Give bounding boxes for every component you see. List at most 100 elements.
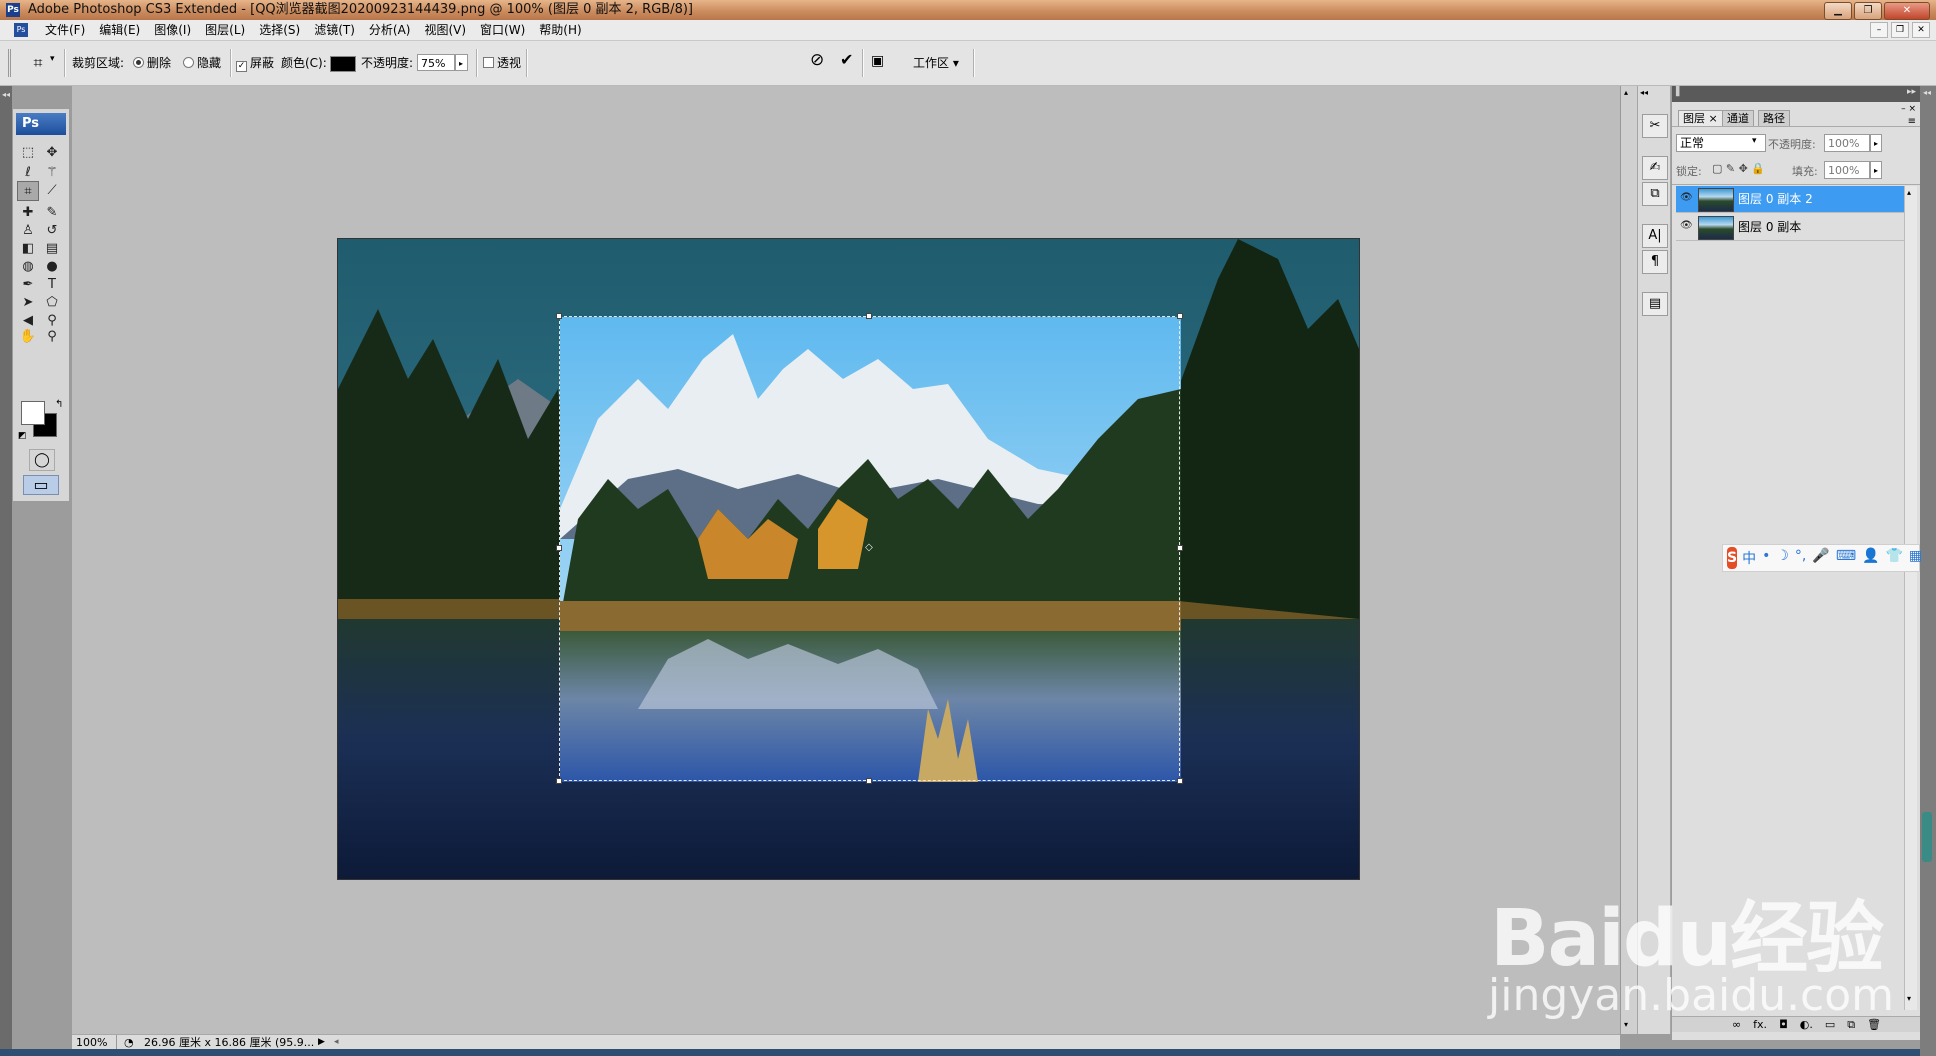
crop-handle-right[interactable]: [1177, 545, 1183, 551]
swap-colors-icon[interactable]: ↰: [55, 399, 63, 410]
brushes-icon[interactable]: ✍: [1642, 156, 1668, 180]
hand-icon[interactable]: ✋: [17, 327, 39, 347]
commit-crop-icon[interactable]: ✔: [840, 52, 853, 68]
slice-icon[interactable]: ⟋: [41, 181, 63, 201]
crop-icon[interactable]: ⌗: [26, 52, 50, 74]
layer-row[interactable]: 👁 图层 0 副本 2: [1676, 186, 1914, 213]
tab-close-icon[interactable]: ×: [1709, 112, 1718, 125]
crop-handle-top[interactable]: [866, 313, 872, 319]
perspective-checkbox[interactable]: 透视: [483, 55, 521, 71]
scroll-up-icon[interactable]: ▴: [1907, 188, 1911, 197]
side-handle[interactable]: [1922, 812, 1932, 862]
path-selection-icon[interactable]: ➤: [17, 293, 39, 313]
shape-icon[interactable]: ⬠: [41, 293, 63, 313]
opacity-arrow-icon[interactable]: ▸: [455, 54, 468, 71]
menu-item-8[interactable]: 窗口(W): [473, 20, 532, 40]
character-icon[interactable]: A|: [1642, 224, 1668, 248]
gradient-icon[interactable]: ▤: [41, 239, 63, 259]
skin-icon[interactable]: 👕: [1885, 548, 1902, 568]
lock-icons[interactable]: ▢ ✎ ✥ 🔒: [1712, 162, 1765, 175]
magic-wand-icon[interactable]: ⚚: [41, 163, 63, 183]
move-icon[interactable]: ✥: [41, 143, 63, 163]
history-brush-icon[interactable]: ↺: [41, 221, 63, 241]
scroll-left-icon[interactable]: ◂: [334, 1035, 339, 1050]
sogou-logo-icon[interactable]: S: [1727, 547, 1738, 569]
collapse-arrow-icon[interactable]: ◂◂: [2, 90, 10, 99]
hide-radio-dot[interactable]: [183, 57, 194, 68]
menu-item-9[interactable]: 帮助(H): [532, 20, 588, 40]
symbol-icon[interactable]: °,: [1795, 548, 1806, 568]
dodge-icon[interactable]: ●: [41, 257, 63, 277]
half-width-icon[interactable]: ☽: [1776, 548, 1789, 568]
panel-collapse-icon[interactable]: ▸▸: [1907, 87, 1916, 97]
document-icon[interactable]: Ps: [14, 23, 28, 37]
layer-thumbnail[interactable]: [1698, 216, 1734, 240]
doc-close-button[interactable]: ✕: [1912, 22, 1930, 38]
toolbox-grid-icon[interactable]: ▦: [1909, 548, 1922, 568]
tools-preset-icon[interactable]: ✂: [1642, 114, 1668, 138]
layer-row[interactable]: 👁 图层 0 副本: [1676, 214, 1914, 241]
perspective-check-box[interactable]: [483, 57, 494, 68]
shield-checkbox[interactable]: ✓ 屏蔽: [236, 55, 274, 72]
tool-preset-arrow-icon[interactable]: ▾: [50, 54, 55, 64]
tab-layers[interactable]: 图层 ×: [1678, 110, 1723, 127]
layer-opacity-input[interactable]: 100%: [1824, 134, 1870, 152]
crop-handle-bottom[interactable]: [866, 778, 872, 784]
menu-item-1[interactable]: 编辑(E): [92, 20, 147, 40]
brush-icon[interactable]: ✎: [41, 203, 63, 223]
menu-item-4[interactable]: 选择(S): [252, 20, 307, 40]
zoom-level[interactable]: 100%: [76, 1035, 117, 1050]
panel-minmax-icon[interactable]: – ×: [1901, 104, 1916, 114]
menu-item-5[interactable]: 滤镜(T): [307, 20, 362, 40]
quick-mask-icon[interactable]: ◯: [29, 449, 55, 471]
layer-comps-icon[interactable]: ▤: [1642, 292, 1668, 316]
punctuation-icon[interactable]: •: [1762, 548, 1770, 568]
panel-header[interactable]: ▌ ▸▸: [1672, 86, 1920, 102]
fill-arrow-icon[interactable]: ▸: [1870, 161, 1882, 179]
close-button[interactable]: ✕: [1884, 2, 1930, 20]
crop-handle-left[interactable]: [556, 545, 562, 551]
scroll-up-icon[interactable]: ▴: [1624, 88, 1628, 97]
layer-opacity-arrow-icon[interactable]: ▸: [1870, 134, 1882, 152]
visibility-eye-icon[interactable]: 👁: [1680, 193, 1693, 203]
layer-name[interactable]: 图层 0 副本: [1738, 220, 1801, 234]
voice-icon[interactable]: 🎤: [1812, 548, 1829, 568]
zoom-icon[interactable]: ⚲: [41, 327, 63, 347]
lasso-icon[interactable]: ℓ: [17, 163, 39, 183]
visibility-eye-icon[interactable]: 👁: [1680, 221, 1693, 231]
screen-mode-icon[interactable]: ▭: [23, 475, 59, 495]
paragraph-icon[interactable]: ¶: [1642, 250, 1668, 274]
crop-tool-icon[interactable]: ⌗: [17, 181, 39, 201]
menu-item-3[interactable]: 图层(L): [198, 20, 252, 40]
doc-minimize-button[interactable]: –: [1870, 22, 1888, 38]
clone-source-icon[interactable]: ⧉: [1642, 182, 1668, 206]
shield-check-mark[interactable]: ✓: [236, 61, 247, 72]
minimize-button[interactable]: ▁: [1824, 2, 1852, 20]
foreground-color-front[interactable]: [21, 401, 45, 425]
palette-well-icon[interactable]: ▣: [871, 53, 884, 69]
user-icon[interactable]: 👤: [1862, 548, 1879, 568]
type-icon[interactable]: T: [41, 275, 63, 295]
crop-center-icon[interactable]: ◇: [864, 543, 874, 553]
crop-handle-bottom-right[interactable]: [1177, 778, 1183, 784]
panel-grip-icon[interactable]: ▌: [1676, 87, 1683, 97]
tab-paths[interactable]: 路径: [1758, 110, 1790, 127]
delete-radio-dot[interactable]: [133, 57, 144, 68]
crop-handle-bottom-left[interactable]: [556, 778, 562, 784]
eraser-icon[interactable]: ◧: [17, 239, 39, 259]
delete-radio[interactable]: 删除: [133, 55, 171, 71]
marquee-icon[interactable]: ⬚: [17, 143, 39, 163]
restore-button[interactable]: ❐: [1854, 2, 1882, 20]
menu-item-0[interactable]: 文件(F): [38, 20, 92, 40]
keyboard-icon[interactable]: ⌨: [1836, 548, 1856, 568]
menu-item-6[interactable]: 分析(A): [362, 20, 418, 40]
collapse-icons-icon[interactable]: ◂◂: [1640, 88, 1648, 97]
default-colors-icon[interactable]: ◩: [18, 431, 27, 441]
crop-handle-top-left[interactable]: [556, 313, 562, 319]
menu-item-7[interactable]: 视图(V): [417, 20, 473, 40]
healing-brush-icon[interactable]: ✚: [17, 203, 39, 223]
chinese-mode-icon[interactable]: 中: [1742, 548, 1756, 568]
blend-mode-arrow-icon[interactable]: ▾: [1752, 136, 1757, 146]
shield-color-swatch[interactable]: [330, 56, 356, 72]
opacity-input[interactable]: 75%: [417, 54, 455, 71]
